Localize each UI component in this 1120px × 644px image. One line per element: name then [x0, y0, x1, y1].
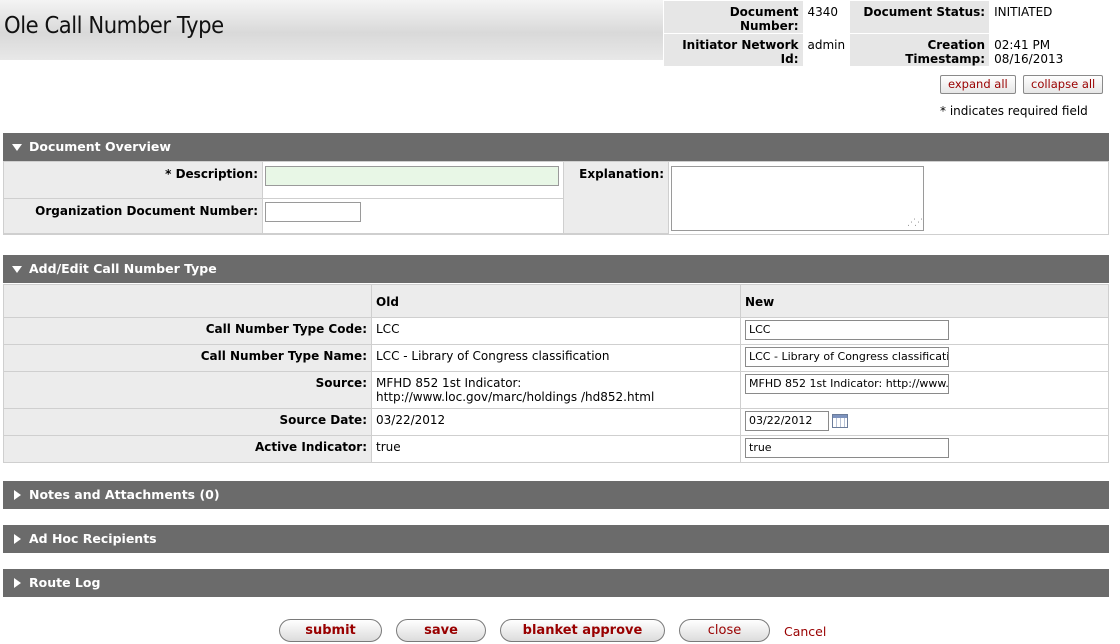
collapse-triangle-icon	[12, 266, 22, 273]
row-label: Source:	[3, 371, 372, 409]
submit-button[interactable]: submit	[279, 619, 382, 642]
table-row: Active Indicator: true true	[3, 435, 1109, 463]
table-row: Call Number Type Name: LCC - Library of …	[3, 344, 1109, 372]
call-number-type-name-input[interactable]: LCC - Library of Congress classification	[745, 347, 949, 367]
new-value-cell: 03/22/2012	[740, 408, 1109, 436]
initiator-value: admin	[802, 33, 851, 67]
org-doc-number-cell	[263, 199, 564, 234]
close-button[interactable]: close	[679, 619, 770, 642]
explanation-label: Explanation:	[564, 162, 669, 234]
description-label: * Description:	[4, 162, 263, 199]
expand-triangle-icon	[14, 534, 21, 544]
section-title: Add/Edit Call Number Type	[29, 261, 217, 276]
table-row: Source: MFHD 852 1st Indicator: http://w…	[3, 371, 1109, 409]
org-doc-number-label: Organization Document Number:	[4, 199, 263, 234]
section-add-edit-call-number-type[interactable]: Add/Edit Call Number Type	[3, 255, 1109, 283]
new-value-cell: MFHD 852 1st Indicator: http://www.loc.g…	[740, 371, 1109, 409]
description-cell	[263, 162, 564, 199]
doc-number-label: Document Number:	[663, 0, 804, 34]
expand-all-button[interactable]: expand all	[940, 75, 1016, 94]
resize-grip-icon[interactable]: ⋰⋰	[907, 218, 923, 228]
doc-status-label: Document Status:	[849, 0, 991, 34]
section-title: Route Log	[29, 575, 101, 590]
expand-triangle-icon	[14, 490, 21, 500]
call-number-type-table: Old New Call Number Type Code: LCC LCC C…	[3, 284, 1109, 463]
old-value: true	[371, 435, 741, 463]
doc-number-value: 4340	[802, 0, 851, 34]
column-header-old: Old	[371, 284, 741, 318]
section-ad-hoc-recipients[interactable]: Ad Hoc Recipients	[3, 525, 1109, 553]
section-document-overview[interactable]: Document Overview	[3, 133, 1109, 161]
required-field-note: * indicates required field	[940, 104, 1088, 118]
expand-triangle-icon	[14, 578, 21, 588]
description-input[interactable]	[265, 166, 559, 186]
page-header: Ole Call Number Type Document Number: 43…	[0, 0, 1120, 67]
creation-label: Creation Timestamp:	[849, 33, 991, 67]
active-indicator-input[interactable]: true	[745, 438, 949, 458]
cancel-link[interactable]: Cancel	[784, 624, 826, 639]
table-row: Source Date: 03/22/2012 03/22/2012	[3, 408, 1109, 436]
column-header-new: New	[740, 284, 1109, 318]
document-info-table: Document Number: 4340 Document Status: I…	[663, 0, 1120, 67]
row-label: Call Number Type Name:	[3, 344, 372, 372]
calendar-icon[interactable]	[832, 414, 848, 428]
section-notes-and-attachments[interactable]: Notes and Attachments (0)	[3, 481, 1109, 509]
save-button[interactable]: save	[396, 619, 486, 642]
header-blank	[3, 284, 372, 318]
section-title: Ad Hoc Recipients	[29, 531, 157, 546]
new-value-cell: LCC - Library of Congress classification	[740, 344, 1109, 372]
new-value-cell: true	[740, 435, 1109, 463]
source-date-input[interactable]: 03/22/2012	[745, 411, 829, 431]
explanation-textarea[interactable]: ⋰⋰	[671, 166, 924, 231]
source-input[interactable]: MFHD 852 1st Indicator: http://www.loc.g…	[745, 374, 949, 394]
row-label: Source Date:	[3, 408, 372, 436]
old-value: LCC	[371, 317, 741, 345]
blanket-approve-button[interactable]: blanket approve	[500, 619, 665, 642]
section-title: Document Overview	[29, 139, 171, 154]
table-row: Call Number Type Code: LCC LCC	[3, 317, 1109, 345]
old-value: 03/22/2012	[371, 408, 741, 436]
section-route-log[interactable]: Route Log	[3, 569, 1109, 597]
org-doc-number-input[interactable]	[265, 202, 361, 222]
row-label: Call Number Type Code:	[3, 317, 372, 345]
call-number-type-code-input[interactable]: LCC	[745, 320, 949, 340]
creation-value: 02:41 PM 08/16/2013	[989, 33, 1120, 67]
page-title: Ole Call Number Type	[4, 13, 224, 39]
document-overview-panel: * Description: Organization Document Num…	[3, 161, 1109, 235]
doc-status-value: INITIATED	[989, 0, 1120, 34]
new-value-cell: LCC	[740, 317, 1109, 345]
section-title: Notes and Attachments (0)	[29, 487, 220, 502]
table-header-row: Old New	[3, 284, 1109, 318]
collapse-triangle-icon	[12, 144, 22, 151]
old-value: MFHD 852 1st Indicator: http://www.loc.g…	[371, 371, 741, 409]
old-value: LCC - Library of Congress classification	[371, 344, 741, 372]
row-label: Active Indicator:	[3, 435, 372, 463]
initiator-label: Initiator Network Id:	[663, 33, 804, 67]
collapse-all-button[interactable]: collapse all	[1023, 75, 1104, 94]
